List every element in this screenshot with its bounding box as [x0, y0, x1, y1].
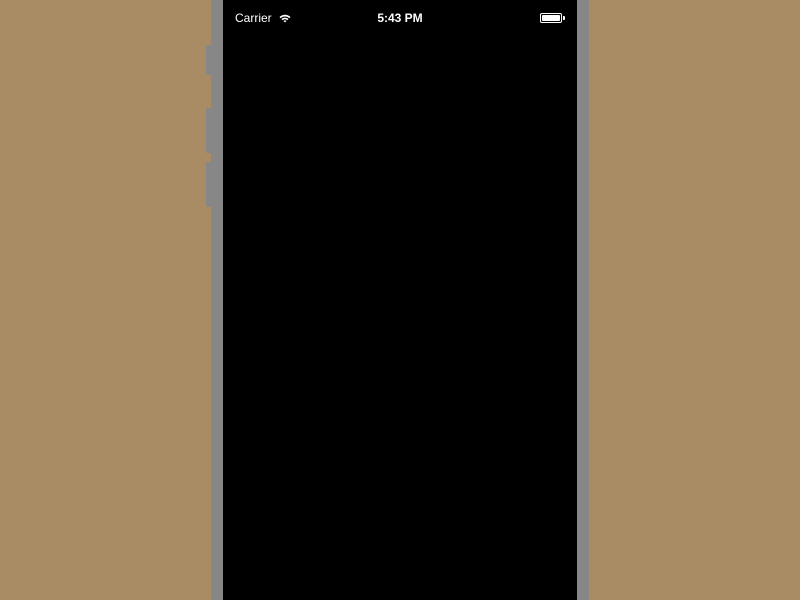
device-screen: Carrier 5:43 PM: [223, 0, 577, 600]
status-bar-right: [540, 13, 565, 23]
battery-body: [540, 13, 562, 23]
battery-tip: [563, 16, 565, 20]
status-bar: Carrier 5:43 PM: [223, 0, 577, 36]
battery-icon: [540, 13, 565, 23]
carrier-label: Carrier: [235, 11, 272, 25]
status-bar-time: 5:43 PM: [377, 11, 422, 25]
app-content: [223, 36, 577, 600]
status-bar-left: Carrier: [235, 11, 292, 25]
battery-fill: [542, 15, 560, 21]
wifi-icon: [278, 13, 292, 23]
